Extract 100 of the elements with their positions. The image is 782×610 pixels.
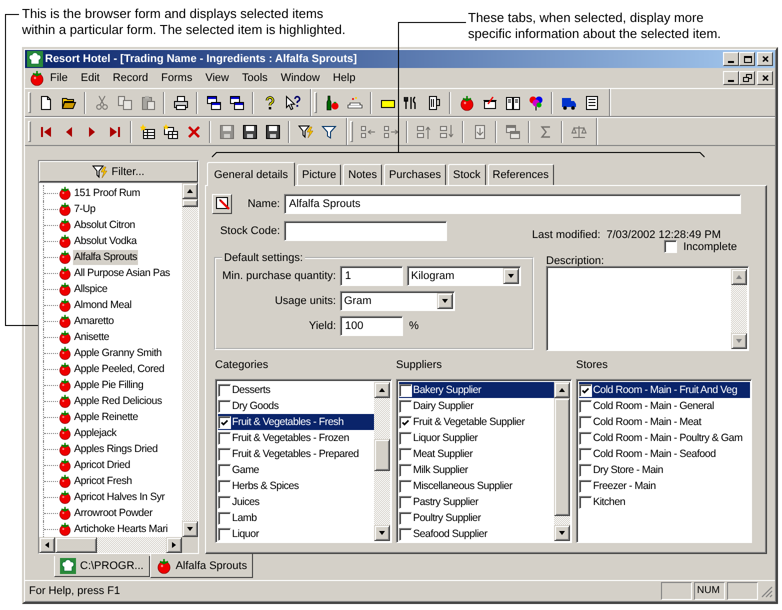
scroll-thumb[interactable] (374, 439, 390, 471)
tree-item[interactable]: 151 Proof Rum (73, 186, 142, 200)
list-item[interactable]: Pastry Supplier (399, 494, 554, 510)
scroll-left-button[interactable] (39, 537, 55, 553)
scroll-down-button[interactable] (731, 333, 747, 349)
scroll-thumb[interactable] (55, 537, 97, 553)
balloons-icon[interactable] (528, 94, 544, 110)
tree-item[interactable]: Almond Meal (73, 298, 132, 312)
menu-item[interactable]: Forms (156, 70, 198, 86)
tree-item[interactable]: Amaretto (73, 314, 115, 328)
tree-item[interactable]: Apricot Halves In Syr (73, 490, 166, 504)
tab[interactable]: Purchases (384, 164, 446, 185)
tree-item[interactable]: Apple Granny Smith (73, 346, 163, 360)
resize-grip[interactable] (760, 584, 773, 598)
scroll-up-button[interactable] (374, 382, 390, 398)
tree-item[interactable]: Apricot Dried (73, 458, 132, 472)
scroll-down-button[interactable] (182, 521, 198, 537)
menu-item[interactable]: File (45, 70, 73, 86)
checkbox[interactable] (399, 528, 412, 540)
new-record-icon[interactable] (140, 124, 156, 140)
scroll-up-button[interactable] (554, 382, 570, 398)
dropdown-button[interactable] (437, 293, 453, 309)
checkbox[interactable] (399, 384, 412, 396)
tree-item[interactable]: Apricot Fresh (73, 474, 133, 488)
checkbox[interactable] (664, 240, 678, 253)
menu-item[interactable]: Edit (76, 70, 105, 86)
funnel-icon[interactable] (320, 124, 336, 140)
list-item[interactable]: Seafood Supplier (399, 526, 554, 542)
list-item[interactable]: Fruit & Vegetables - Prepared (218, 446, 374, 462)
scroll-up-button[interactable] (731, 269, 747, 285)
vertical-scrollbar[interactable] (182, 183, 198, 537)
close-button[interactable] (757, 52, 773, 66)
tree-item[interactable]: Artichoke Hearts Mari (73, 522, 169, 536)
list-item[interactable]: Cold Room - Main - Meat (579, 414, 750, 430)
unit-dropdown[interactable]: Gram (340, 291, 455, 311)
name-field[interactable]: Alfalfa Sprouts (284, 194, 741, 214)
yield-field[interactable]: 100 (340, 316, 403, 336)
list-item[interactable]: Miscellaneous Supplier (399, 478, 554, 494)
close-button[interactable] (757, 71, 773, 85)
checkbox[interactable] (218, 416, 231, 428)
maximize-button[interactable] (739, 52, 755, 66)
menu-item[interactable]: View (200, 70, 234, 86)
list-item[interactable]: Liquor (218, 526, 374, 542)
list-item[interactable]: Juices (218, 494, 374, 510)
tree-item[interactable]: Allspice (73, 282, 108, 296)
funnel-lightning-icon[interactable] (298, 124, 314, 140)
quantity-field[interactable]: 1 (340, 266, 403, 286)
tree-item[interactable]: Anisette (73, 330, 110, 344)
unit-dropdown[interactable]: Kilogram (407, 266, 521, 286)
list-item[interactable]: Dry Goods (218, 398, 374, 414)
checkbox[interactable] (579, 384, 592, 396)
document-tab[interactable]: Alfalfa Sprouts (150, 554, 254, 578)
tree-item[interactable]: Alfalfa Sprouts (73, 250, 138, 264)
checkbox[interactable] (218, 528, 231, 540)
tree-item[interactable]: Absolut Vodka (73, 234, 138, 248)
list-icon[interactable] (584, 94, 600, 110)
list-item[interactable]: Lamb (218, 510, 374, 526)
delete-icon[interactable] (186, 124, 202, 140)
scroll-up-button[interactable] (182, 183, 198, 199)
list-item[interactable]: Meat Supplier (399, 446, 554, 462)
stock-code-field[interactable] (284, 220, 447, 240)
menu-item[interactable]: Window (276, 70, 325, 86)
tree-item[interactable]: Apple Pie Filling (73, 378, 144, 392)
dropdown-button[interactable] (503, 268, 519, 284)
windows-icon[interactable] (206, 94, 222, 110)
list-item[interactable]: Cold Room - Main - Fruit And Veg (579, 382, 750, 398)
book-icon[interactable] (504, 94, 520, 110)
list-item[interactable]: Desserts (218, 382, 374, 398)
list-item[interactable]: Fruit & Vegetables - Fresh (218, 414, 374, 430)
bottle-icon[interactable] (324, 94, 340, 110)
tree-item[interactable]: Applejack (73, 426, 118, 440)
scroll-thumb[interactable] (182, 199, 198, 207)
vertical-scrollbar[interactable] (374, 382, 390, 541)
list-item[interactable]: Kitchen (579, 494, 750, 510)
list-item[interactable]: Poultry Supplier (399, 510, 554, 526)
tomato-icon[interactable] (458, 94, 474, 110)
list-item[interactable]: Cold Room - Main - Seafood (579, 446, 750, 462)
list-item[interactable]: Cold Room - Main - Poultry & Gam (579, 430, 750, 446)
vertical-scrollbar[interactable] (731, 269, 747, 349)
list-item[interactable]: Dry Store - Main (579, 462, 750, 478)
tree-item[interactable]: 7-Up (73, 202, 96, 216)
tree-item[interactable]: Absolut Citron (73, 218, 136, 232)
list-item[interactable]: Herbs & Spices (218, 478, 374, 494)
list-item[interactable]: Fruit & Vegetable Supplier (399, 414, 554, 430)
tree-item[interactable]: Apple Peeled, Cored (73, 362, 166, 376)
list-item[interactable]: Freezer - Main (579, 478, 750, 494)
windows-icon[interactable] (228, 94, 244, 110)
vertical-scrollbar[interactable] (554, 382, 570, 541)
scroll-thumb[interactable] (554, 398, 570, 516)
tab[interactable]: Stock (448, 164, 486, 185)
horizontal-scrollbar[interactable] (39, 537, 182, 553)
document-tab[interactable]: C:\PROGR... (54, 556, 150, 577)
scroll-right-button[interactable] (166, 537, 182, 553)
printer-icon[interactable] (172, 94, 188, 110)
scroll-down-button[interactable] (554, 525, 570, 541)
tab[interactable]: Notes (343, 164, 382, 185)
pot-icon[interactable] (482, 94, 498, 110)
tab[interactable]: References (488, 164, 554, 185)
menu-item[interactable]: Record (108, 70, 154, 86)
minimize-button[interactable] (723, 71, 739, 85)
